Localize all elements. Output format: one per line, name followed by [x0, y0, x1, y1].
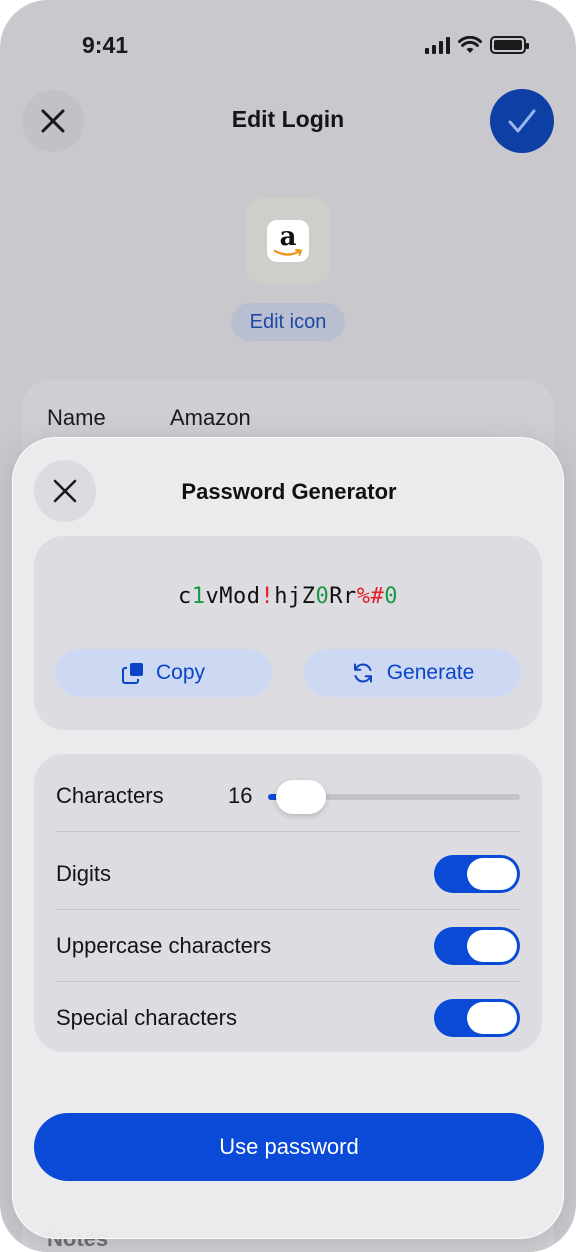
phone-screen: 9:41 Edit Login a Edit icon Name Amazon … [0, 0, 576, 1252]
refresh-icon [353, 663, 372, 683]
password-segment: c [178, 584, 192, 609]
save-button[interactable] [490, 89, 554, 153]
status-bar: 9:41 [0, 28, 576, 64]
special-toggle[interactable] [434, 999, 520, 1037]
digits-toggle[interactable] [434, 855, 520, 893]
use-password-button[interactable]: Use password [34, 1113, 544, 1181]
name-label: Name [47, 405, 106, 430]
smile-arrow-icon [273, 249, 303, 256]
copy-label: Copy [155, 661, 206, 684]
digits-row: Digits [56, 838, 520, 910]
uppercase-row: Uppercase characters [56, 910, 520, 982]
app-icon: a [245, 198, 331, 284]
amazon-logo-icon: a [267, 220, 309, 262]
password-segment: 0 [384, 584, 398, 609]
options-card: Characters 16 Digits Uppercase character… [34, 754, 542, 1052]
battery-icon [490, 36, 529, 54]
edit-icon-button[interactable]: Edit icon [231, 303, 345, 341]
password-segment: %# [356, 584, 385, 609]
password-segment: Rr [329, 584, 357, 609]
slider-thumb[interactable] [275, 780, 326, 814]
cellular-signal-icon [425, 36, 450, 54]
uppercase-label: Uppercase characters [56, 933, 272, 958]
copy-icon [121, 663, 143, 684]
status-time: 9:41 [82, 32, 129, 58]
password-preview-card: c1vMod!hjZ0Rr%#0 Copy Generate [34, 536, 542, 730]
digits-label: Digits [56, 861, 112, 886]
characters-slider[interactable] [268, 780, 520, 814]
password-segment: 1 [191, 584, 206, 609]
special-label: Special characters [56, 1005, 237, 1030]
generate-button[interactable]: Generate [304, 649, 521, 697]
characters-count: 16 [228, 783, 253, 808]
password-segment: 0 [315, 584, 330, 609]
wifi-icon [458, 36, 482, 53]
password-segment: hjZ [274, 584, 316, 609]
generate-label: Generate [386, 661, 475, 684]
generated-password: c1vMod!hjZ0Rr%#0 [34, 584, 542, 609]
characters-row: Characters 16 [56, 760, 520, 832]
logo-letter: a [279, 222, 297, 252]
uppercase-toggle[interactable] [434, 927, 520, 965]
password-generator-sheet: Password Generator c1vMod!hjZ0Rr%#0 Copy… [12, 437, 564, 1239]
password-segment: vMod [205, 584, 261, 609]
copy-button[interactable]: Copy [55, 649, 272, 697]
checkmark-icon [508, 109, 536, 133]
sheet-title: Password Generator [181, 479, 397, 504]
characters-label: Characters [56, 783, 164, 808]
password-segment: ! [260, 584, 275, 609]
name-value[interactable]: Amazon [170, 405, 251, 431]
status-icons [425, 36, 529, 54]
special-row: Special characters [56, 982, 520, 1054]
